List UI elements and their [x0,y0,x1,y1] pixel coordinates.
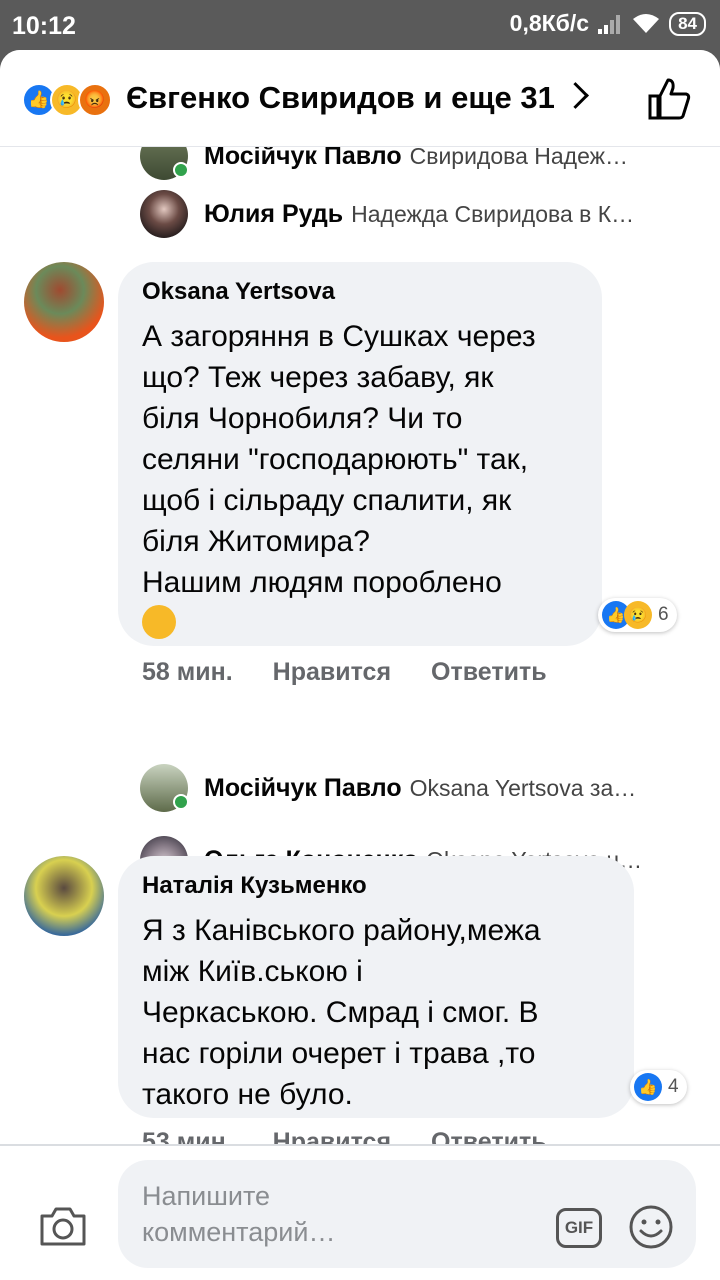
wifi-icon [633,13,660,33]
reply-preview[interactable]: Мосійчук Павло Свиридова Надеж… [140,146,628,180]
reactions-header[interactable]: 👍 😢 😡 Євгенко Свиридов и еще 31 [0,50,720,147]
camera-icon[interactable] [38,1204,88,1248]
comment-input-placeholder: Напишите комментарий… [142,1181,336,1247]
avatar [140,764,189,812]
like-button[interactable]: Нравится [273,658,391,687]
chevron-right-icon[interactable] [562,82,589,109]
online-indicator [173,162,189,178]
avatar[interactable] [24,856,104,936]
comment-bubble[interactable]: Oksana Yertsova А загоряння в Сушках чер… [118,262,602,646]
avatar [140,190,188,238]
reply-snippet: Надежда Свиридова в К… [351,200,635,227]
like-icon: 👍 [634,1073,662,1101]
status-time: 10:12 [12,12,76,40]
comment-time: 58 мин. [142,658,233,686]
comment-text: А загоряння в Сушках через що? Теж через… [142,320,536,599]
gif-button[interactable]: GIF [556,1208,602,1248]
comment-actions: 58 мин. Нравится Ответить [142,658,547,687]
comment-input[interactable]: Напишите комментарий… GIF [118,1160,696,1268]
comments-list[interactable]: Мосійчук Павло Свиридова Надеж… Юлия Руд… [0,146,720,1146]
reply-button[interactable]: Ответить [431,658,547,687]
comment-author[interactable]: Наталія Кузьменко [142,872,610,900]
status-bar: 10:12 0,8Кб/с 84 [0,0,720,50]
comment-reactions[interactable]: 👍 4 [630,1070,687,1104]
comment-bubble[interactable]: Наталія Кузьменко Я з Канівського району… [118,856,634,1118]
unamused-emoji-icon [142,605,176,639]
network-speed: 0,8Кб/с [509,10,590,36]
reply-author[interactable]: Мосійчук Павло [204,146,402,171]
signal-icon [598,14,621,34]
reply-author[interactable]: Юлия Рудь [204,200,343,229]
reply-snippet: Свиридова Надеж… [409,146,629,169]
reactors-summary[interactable]: Євгенко Свиридов и еще 31 [126,80,555,116]
avatar [140,146,189,180]
reply-preview[interactable]: Юлия Рудь Надежда Свиридова в К… [140,190,634,238]
comment-author[interactable]: Oksana Yertsova [142,278,578,306]
emoji-icon[interactable] [628,1204,674,1250]
reply-snippet: Oksana Yertsova за… [409,774,637,801]
reply-author[interactable]: Мосійчук Павло [204,774,402,803]
reaction-count: 6 [658,604,669,625]
header-reactions: 👍 😢 😡 [22,83,112,117]
reply-preview[interactable]: Мосійчук Павло Oksana Yertsova за… [140,764,636,812]
comment-text: Я з Канівського району,межа між Київ.ськ… [142,914,541,1111]
sad-icon: 😢 [624,601,652,629]
battery-indicator: 84 [669,11,706,36]
comments-sheet: 👍 😢 😡 Євгенко Свиридов и еще 31 Мосійчук… [0,50,720,1280]
like-button-icon[interactable] [646,76,692,122]
avatar[interactable] [24,262,104,342]
reaction-count: 4 [668,1076,679,1097]
comment-reactions[interactable]: 👍 😢 6 [598,598,677,632]
angry-icon: 😡 [78,83,112,117]
comment-composer: Напишите комментарий… GIF [0,1144,720,1280]
online-indicator [173,794,189,810]
